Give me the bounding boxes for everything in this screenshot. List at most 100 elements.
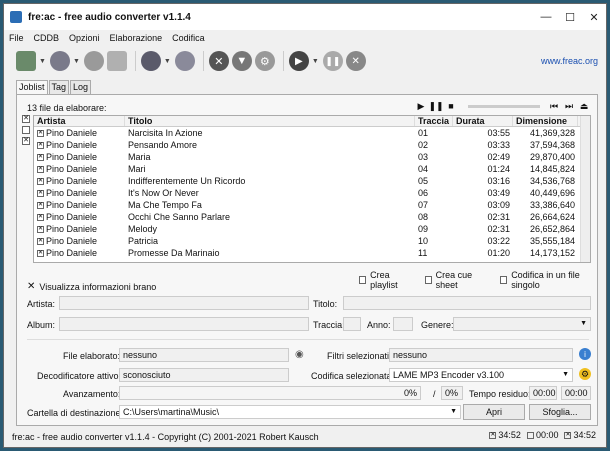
chevron-down-icon[interactable]: ▼ [73,58,80,65]
menu-file[interactable]: File [4,33,29,43]
status-bar: fre:ac - free audio converter v1.1.4 - C… [4,426,606,447]
table-row[interactable]: ✕ Pino Daniele Promesse Da Marinaio 11 01:20… [34,247,590,259]
destination-input[interactable]: C:\Users\martina\Music\ ▼ [119,405,461,419]
check-icon: ✕ [489,431,497,439]
browse-button[interactable]: Sfoglia... [529,404,591,420]
row-checkbox[interactable]: ✕ [37,250,44,258]
table-row[interactable]: ✕ Pino Daniele Mari 04 01:24 14,845,824 [34,163,590,175]
col-artist[interactable]: Artista [34,116,125,126]
app-window: fre:ac - free audio converter v1.1.4 — ☐… [3,3,607,448]
row-artist: Pino Daniele [46,236,98,246]
table-row[interactable]: ✕ Pino Daniele Pensando Amore 02 03:33 37,594… [34,139,590,151]
minimize-button[interactable]: — [534,4,558,30]
year-field[interactable] [393,317,413,331]
player-pause-icon[interactable]: ❚❚ [428,100,443,112]
next-track-icon[interactable]: ⏭ [563,100,575,112]
previous-track-icon[interactable]: ⏮ [548,100,560,112]
table-row[interactable]: ✕ Pino Daniele Narcisita In Azione 01 03:55 4… [34,127,590,139]
file-field: nessuno [119,348,289,362]
table-row[interactable]: ✕ Pino Daniele Patricia 10 03:22 35,555,184 [34,235,590,247]
info-icon[interactable]: i [579,348,591,360]
genre-select[interactable]: ▼ [453,317,591,331]
col-size[interactable]: Dimensione [513,116,578,126]
row-checkbox[interactable]: ✕ [37,178,44,186]
artist-field[interactable] [59,296,309,310]
tools-icon[interactable]: ✕ [208,51,229,71]
table-row[interactable]: ✕ Pino Daniele Maria 03 02:49 29,870,400 [34,151,590,163]
row-duration: 01:24 [487,164,510,174]
toggle-selection-checkbox[interactable]: ✕ [22,137,30,145]
settings-gear-icon[interactable]: ⚙ [254,51,275,71]
single-file-checkbox[interactable] [500,276,508,284]
row-checkbox[interactable]: ✕ [37,154,44,162]
table-scrollbar[interactable] [580,116,590,262]
file-info-icon[interactable]: ◉ [295,349,304,360]
maximize-button[interactable]: ☐ [558,4,582,30]
create-playlist-checkbox[interactable] [359,276,367,284]
select-none-checkbox[interactable] [22,126,30,134]
row-checkbox[interactable]: ✕ [37,130,44,138]
row-checkbox[interactable]: ✕ [37,238,44,246]
table-row[interactable]: ✕ Pino Daniele Occhi Che Sanno Parlare 08 02… [34,211,590,223]
track-field[interactable] [343,317,361,331]
menu-opzioni[interactable]: Opzioni [64,33,105,43]
filter-icon[interactable]: ▼ [231,51,252,71]
open-button[interactable]: Apri [463,404,525,420]
chevron-down-icon[interactable]: ▼ [39,58,46,65]
create-cue-option[interactable]: Crea cue sheet [424,270,489,290]
row-checkbox[interactable]: ✕ [37,166,44,174]
title-field[interactable] [343,296,591,310]
chevron-down-icon[interactable]: ▼ [312,58,319,65]
seek-slider[interactable] [468,104,540,108]
row-checkbox[interactable]: ✕ [37,190,44,198]
add-files-icon[interactable] [16,51,36,71]
cddb-submit-icon[interactable] [174,51,195,71]
website-link[interactable]: www.freac.org [541,56,598,66]
row-size: 26,652,864 [529,224,575,234]
row-track: 03 [418,152,429,162]
table-row[interactable]: ✕ Pino Daniele Indifferentemente Un Ricord… [34,175,590,187]
row-checkbox[interactable]: ✕ [37,202,44,210]
col-track[interactable]: Traccia [415,116,453,126]
menu-elaborazione[interactable]: Elaborazione [105,33,168,43]
menu-cddb[interactable]: CDDB [29,33,65,43]
player-stop-icon[interactable]: ■ [445,100,457,112]
single-file-option[interactable]: Codifica in un file singolo [500,270,597,290]
table-row[interactable]: ✕ Pino Daniele Melody 09 02:31 26,652,864 [34,223,590,235]
clear-list-icon[interactable] [106,51,127,71]
menu-codifica[interactable]: Codifica [167,33,210,43]
row-duration: 03:22 [487,236,510,246]
add-cd-icon[interactable] [49,51,70,71]
play-encode-icon[interactable]: ▶ [288,51,309,71]
track-info-toggle[interactable]: ✕ Visualizza informazioni brano [27,281,156,292]
row-checkbox[interactable]: ✕ [37,226,44,234]
table-row[interactable]: ✕ Pino Daniele Ma Che Tempo Fa 07 03:09 33,38… [34,199,590,211]
row-artist: Pino Daniele [46,212,98,222]
remove-files-icon[interactable] [83,51,104,71]
row-checkbox[interactable]: ✕ [37,214,44,222]
row-track: 09 [418,224,429,234]
create-playlist-option[interactable]: Crea playlist [359,270,413,290]
table-row[interactable]: ✕ Pino Daniele It's Now Or Never 06 03:49 40,… [34,187,590,199]
close-button[interactable]: ✕ [582,4,606,30]
stop-icon[interactable]: ✕ [345,51,366,71]
filters-field: nessuno [389,348,573,362]
encoder-select[interactable]: LAME MP3 Encoder v3.100 ▼ [389,368,573,382]
encoder-settings-icon[interactable]: ⚙ [579,368,591,380]
album-field[interactable] [59,317,309,331]
pause-icon[interactable]: ❚❚ [322,51,343,71]
row-title: Maria [128,152,151,162]
cddb-query-icon[interactable] [140,51,161,71]
chevron-down-icon[interactable]: ▼ [164,58,171,65]
select-all-checkbox[interactable]: ✕ [22,115,30,123]
tab-log[interactable]: Log [70,80,92,94]
eject-icon[interactable]: ⏏ [578,100,590,112]
col-title[interactable]: Titolo [125,116,415,126]
row-title: It's Now Or Never [128,188,199,198]
col-duration[interactable]: Durata [453,116,513,126]
create-cue-checkbox[interactable] [424,276,432,284]
tab-joblist[interactable]: Joblist [16,80,48,94]
row-checkbox[interactable]: ✕ [37,142,44,150]
tab-tag[interactable]: Tag [48,80,70,94]
player-play-icon[interactable]: ▶ [415,100,427,112]
